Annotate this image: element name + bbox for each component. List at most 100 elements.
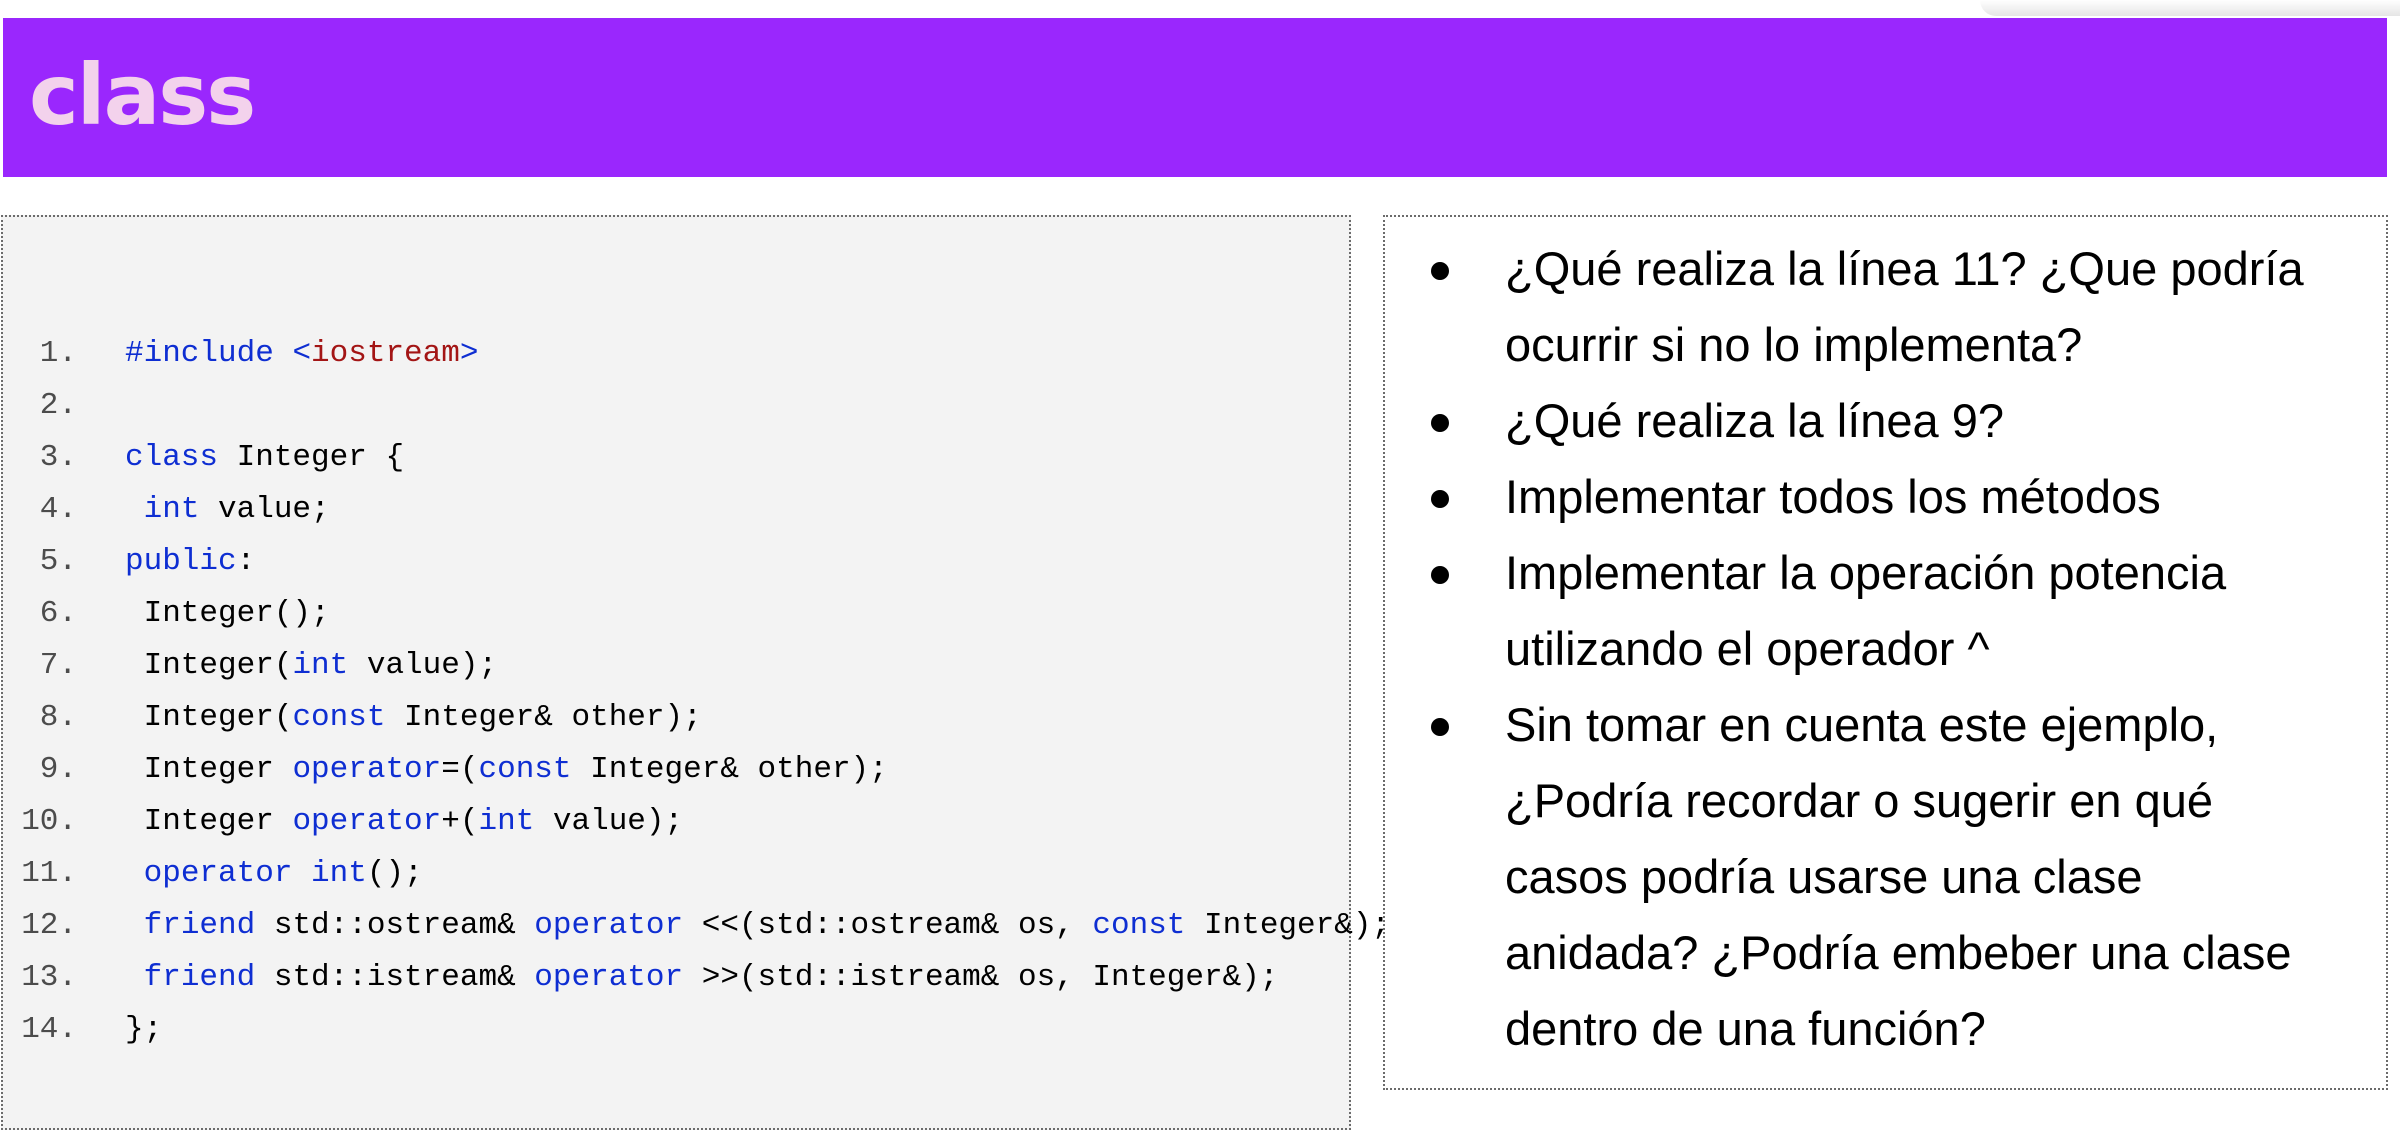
code-text: Integer operator=(const Integer& other); <box>125 744 888 796</box>
code-token: value); <box>348 648 498 683</box>
code-keyword: friend <box>143 960 256 995</box>
code-text: Integer(int value); <box>125 640 497 692</box>
code-keyword: friend <box>143 908 256 943</box>
code-keyword: operator <box>534 908 684 943</box>
code-line: 14.}; <box>3 1004 162 1056</box>
code-text: friend std::istream& operator >>(std::is… <box>125 952 1279 1004</box>
code-token: Integer(); <box>125 596 330 631</box>
code-token: Integer( <box>125 648 293 683</box>
code-line: 9. Integer operator=(const Integer& othe… <box>3 744 888 796</box>
code-line: 6. Integer(); <box>3 588 330 640</box>
code-token: std::ostream& <box>255 908 535 943</box>
slide-title: class <box>29 46 256 144</box>
code-panel: 1. #include <iostream> 2. 3. class Integer {… <box>1 215 1390 1130</box>
question-item: Implementar todos los métodos <box>1385 459 2386 535</box>
code-keyword: class <box>125 440 219 475</box>
code-line: 4. int value; <box>3 484 330 536</box>
code-token: std::istream& <box>255 960 535 995</box>
code-token: Integer { <box>218 440 405 475</box>
questions-list: ¿Qué realiza la línea 11? ¿Que podría oc… <box>1385 231 2386 1067</box>
code-token: value); <box>534 804 684 839</box>
code-keyword: int <box>292 648 349 683</box>
line-number: 9. <box>39 752 77 787</box>
question-item: Sin tomar en cuenta este ejemplo, ¿Podrí… <box>1385 687 2386 1067</box>
line-number: 13. <box>21 960 77 995</box>
code-token: Integer <box>125 752 293 787</box>
line-number: 12. <box>21 908 77 943</box>
line-number: 2. <box>39 388 77 423</box>
code-listing: 1. #include <iostream> 2. 3. class Integer {… <box>3 328 1390 1056</box>
line-number: 3. <box>39 440 77 475</box>
question-item: ¿Qué realiza la línea 11? ¿Que podría oc… <box>1385 231 2386 383</box>
line-number: 7. <box>39 648 77 683</box>
question-text: Implementar todos los métodos <box>1505 470 2161 523</box>
code-line: 12. friend std::ostream& operator <<(std… <box>3 900 1390 952</box>
code-text: }; <box>125 1004 162 1056</box>
code-line: 2. <box>3 380 77 432</box>
code-keyword: operator <box>292 752 442 787</box>
code-token: Integer&); <box>1185 908 1391 943</box>
bullet-icon <box>1431 566 1449 584</box>
question-text: ¿Qué realiza la línea 9? <box>1505 394 2005 447</box>
line-number: 6. <box>39 596 77 631</box>
code-keyword: const <box>1092 908 1186 943</box>
code-line: 11. operator int(); <box>3 848 422 900</box>
bullet-icon <box>1431 490 1449 508</box>
bullet-icon <box>1431 718 1449 736</box>
code-keyword: < <box>292 336 312 371</box>
code-keyword: > <box>459 336 479 371</box>
code-keyword: #include <box>125 336 293 371</box>
code-keyword: const <box>478 752 572 787</box>
code-token: Integer& other); <box>385 700 702 735</box>
code-token: >>(std::istream& os, Integer&); <box>683 960 1279 995</box>
code-token: : <box>236 544 256 579</box>
code-text: Integer operator+(int value); <box>125 796 684 848</box>
code-text: Integer(); <box>125 588 330 640</box>
code-text: public: <box>125 536 255 588</box>
code-keyword: operator <box>292 804 442 839</box>
code-line: 1. #include <iostream> <box>3 328 479 380</box>
question-item: ¿Qué realiza la línea 9? <box>1385 383 2386 459</box>
code-text: operator int(); <box>125 848 423 900</box>
code-line: 5. public: <box>3 536 255 588</box>
code-line: 10. Integer operator+(int value); <box>3 796 683 848</box>
line-number: 5. <box>39 544 77 579</box>
code-text: #include <iostream> <box>125 328 478 380</box>
code-token: +( <box>441 804 479 839</box>
code-text: Integer(const Integer& other); <box>125 692 702 744</box>
line-number: 1. <box>39 336 77 371</box>
code-keyword: const <box>292 700 386 735</box>
bullet-icon <box>1431 414 1449 432</box>
code-token: Integer( <box>125 700 293 735</box>
window-shadow <box>1980 0 2400 16</box>
code-token: =( <box>441 752 479 787</box>
code-line: 13. friend std::istream& operator >>(std… <box>3 952 1278 1004</box>
code-token: (); <box>366 856 423 891</box>
code-keyword: int <box>311 856 367 891</box>
questions-panel: ¿Qué realiza la línea 11? ¿Que podría oc… <box>1383 215 2388 1090</box>
line-number: 11. <box>21 856 77 891</box>
title-bar: class <box>3 18 2387 177</box>
question-text: ¿Qué realiza la línea 11? ¿Que podría oc… <box>1505 242 2304 371</box>
line-number: 8. <box>39 700 77 735</box>
code-line: 3. class Integer { <box>3 432 404 484</box>
code-keyword: int <box>478 804 535 839</box>
code-token: }; <box>125 1012 163 1047</box>
code-keyword: int <box>143 492 200 527</box>
code-keyword: operator <box>143 856 293 891</box>
code-line: 7. Integer(int value); <box>3 640 497 692</box>
code-text: int value; <box>125 484 330 536</box>
line-number: 14. <box>21 1012 77 1047</box>
code-token: Integer& other); <box>571 752 888 787</box>
question-text: Implementar la operación potencia utiliz… <box>1505 546 2227 675</box>
code-text: friend std::ostream& operator <<(std::os… <box>125 900 1390 952</box>
question-item: Implementar la operación potencia utiliz… <box>1385 535 2386 687</box>
code-text: class Integer { <box>125 432 404 484</box>
bullet-icon <box>1431 262 1449 280</box>
line-number: 4. <box>39 492 77 527</box>
